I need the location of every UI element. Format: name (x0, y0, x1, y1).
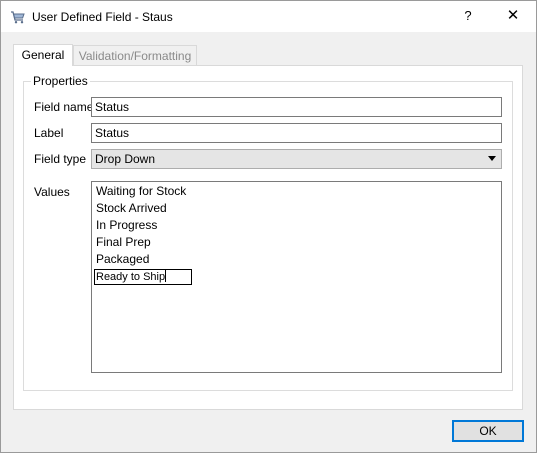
field-type-label: Field type (34, 152, 87, 166)
field-name-input[interactable]: Status (91, 97, 502, 117)
value-item[interactable]: Packaged (96, 251, 149, 268)
field-name-label: Field name (34, 100, 94, 114)
value-item[interactable]: In Progress (96, 217, 157, 234)
value-item-edit-text: Ready to Ship (96, 271, 166, 283)
label-input[interactable]: Status (91, 123, 502, 143)
field-type-dropdown[interactable]: Drop Down (91, 149, 502, 169)
field-type-selected-value: Drop Down (95, 152, 156, 166)
text-caret (165, 270, 167, 282)
title-bar[interactable]: User Defined Field - Staus ? ✕ (1, 1, 536, 32)
close-button[interactable]: ✕ (499, 3, 527, 29)
cart-icon (11, 11, 25, 24)
ok-button[interactable]: OK (452, 420, 524, 442)
properties-group-title: Properties (31, 73, 90, 89)
label-label: Label (34, 126, 64, 140)
dialog-window: User Defined Field - Staus ? ✕ General V… (0, 0, 537, 453)
value-item[interactable]: Waiting for Stock (96, 183, 186, 200)
tab-validation-formatting[interactable]: Validation/Formatting (73, 45, 197, 65)
window-title: User Defined Field - Staus (32, 10, 173, 24)
value-item[interactable]: Stock Arrived (96, 200, 167, 217)
value-item-edit-field[interactable]: Ready to Ship (94, 269, 192, 285)
tab-general[interactable]: General (13, 44, 73, 66)
chevron-down-icon[interactable] (488, 156, 496, 161)
help-button[interactable]: ? (457, 5, 479, 27)
values-label: Values (34, 185, 70, 199)
values-textarea[interactable]: Waiting for Stock Stock Arrived In Progr… (91, 181, 502, 373)
value-item[interactable]: Final Prep (96, 234, 151, 251)
